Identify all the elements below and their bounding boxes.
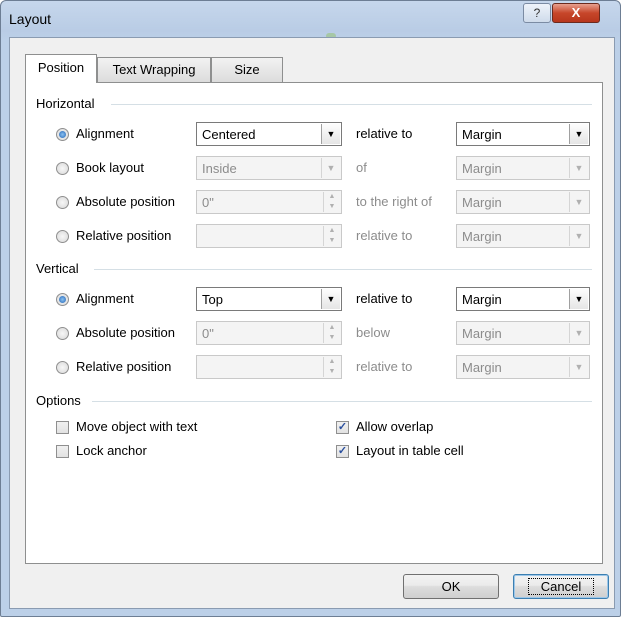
chevron-down-icon: ▼ [569, 357, 588, 377]
horizontal-alignment-value: Centered [202, 127, 256, 142]
horizontal-relative-to-label: relative to [356, 228, 413, 243]
chevron-down-icon: ▼ [569, 192, 588, 212]
window-title: Layout [9, 11, 52, 27]
vertical-absolute-position-label: Absolute position [76, 325, 176, 340]
chevron-down-icon: ▼ [569, 158, 588, 178]
vertical-alignment-relative-label: relative to [356, 291, 413, 306]
vertical-alignment-relative-select[interactable]: Margin ▼ [456, 287, 590, 311]
book-layout-select: Inside ▼ [196, 156, 342, 180]
horizontal-alignment-label: Alignment [76, 126, 134, 141]
help-icon[interactable]: ? [523, 3, 551, 23]
book-layout-radio[interactable] [56, 162, 69, 175]
tab-size[interactable]: Size [211, 57, 283, 82]
vertical-alignment-radio[interactable] [56, 293, 69, 306]
horizontal-alignment-select[interactable]: Centered ▼ [196, 122, 342, 146]
move-object-checkbox[interactable] [56, 421, 69, 434]
lock-anchor-checkbox[interactable] [56, 445, 69, 458]
tab-position[interactable]: Position [25, 54, 97, 83]
vertical-absolute-relative-select: Margin ▼ [456, 321, 590, 345]
chevron-down-icon: ▼ [569, 323, 588, 343]
move-object-label: Move object with text [76, 419, 198, 434]
layout-in-table-cell-checkbox[interactable]: ✓ [336, 445, 349, 458]
cancel-button-label: Cancel [527, 578, 595, 595]
title-bar[interactable]: Layout ? X [1, 1, 620, 39]
layout-in-table-cell-label: Layout in table cell [356, 443, 464, 458]
chevron-down-icon: ▼ [321, 158, 340, 178]
vertical-relative-position-label: Relative position [76, 359, 172, 374]
horizontal-absolute-position-label: Absolute position [76, 194, 176, 209]
vertical-relative-to-label: relative to [356, 359, 413, 374]
horizontal-absolute-position-spinner: 0" ▲ ▼ [196, 190, 342, 214]
vertical-relative-relative-select: Margin ▼ [456, 355, 590, 379]
horizontal-relative-position-radio[interactable] [56, 230, 69, 243]
chevron-down-icon: ▼ [569, 289, 588, 309]
chevron-down-icon: ▼ [321, 124, 340, 144]
horizontal-absolute-position-radio[interactable] [56, 196, 69, 209]
chevron-down-icon: ▼ [569, 226, 588, 246]
vertical-relative-position-spinner: ▲ ▼ [196, 355, 342, 379]
horizontal-relative-position-spinner: ▲ ▼ [196, 224, 342, 248]
book-layout-of-label: of [356, 160, 367, 175]
horizontal-relative-relative-select: Margin ▼ [456, 224, 590, 248]
allow-overlap-checkbox[interactable]: ✓ [336, 421, 349, 434]
vertical-section-title: Vertical [36, 261, 79, 276]
vertical-relative-position-radio[interactable] [56, 361, 69, 374]
vertical-relative-relative-value: Margin [462, 360, 502, 375]
vertical-absolute-position-radio[interactable] [56, 327, 69, 340]
allow-overlap-label: Allow overlap [356, 419, 434, 434]
spin-down-icon: ▼ [328, 334, 336, 341]
below-label: below [356, 325, 390, 340]
spin-up-icon: ▲ [328, 358, 336, 365]
horizontal-relative-position-label: Relative position [76, 228, 172, 243]
spin-up-icon: ▲ [328, 227, 336, 234]
book-layout-relative-select: Margin ▼ [456, 156, 590, 180]
spin-down-icon: ▼ [328, 203, 336, 210]
spin-up-icon: ▲ [328, 193, 336, 200]
position-panel: Horizontal Alignment Centered ▼ relative… [25, 82, 603, 564]
section-divider [94, 269, 592, 270]
layout-dialog: Layout ? X Position Text Wrapping Size H… [0, 0, 621, 617]
horizontal-section-title: Horizontal [36, 96, 95, 111]
horizontal-alignment-relative-label: relative to [356, 126, 413, 141]
book-layout-value: Inside [202, 161, 237, 176]
options-section-title: Options [36, 393, 81, 408]
to-the-right-of-label: to the right of [356, 194, 432, 209]
spin-up-icon: ▲ [328, 324, 336, 331]
vertical-absolute-position-value: 0" [202, 326, 214, 341]
vertical-alignment-select[interactable]: Top ▼ [196, 287, 342, 311]
horizontal-alignment-relative-select[interactable]: Margin ▼ [456, 122, 590, 146]
section-divider [111, 104, 592, 105]
chevron-down-icon: ▼ [569, 124, 588, 144]
horizontal-absolute-relative-select: Margin ▼ [456, 190, 590, 214]
vertical-alignment-relative-value: Margin [462, 292, 502, 307]
book-layout-label: Book layout [76, 160, 144, 175]
vertical-absolute-relative-value: Margin [462, 326, 502, 341]
vertical-alignment-label: Alignment [76, 291, 134, 306]
section-divider [92, 401, 592, 402]
horizontal-alignment-radio[interactable] [56, 128, 69, 141]
close-icon[interactable]: X [552, 3, 600, 23]
horizontal-alignment-relative-value: Margin [462, 127, 502, 142]
tab-text-wrapping[interactable]: Text Wrapping [97, 57, 211, 82]
ok-button[interactable]: OK [403, 574, 499, 599]
horizontal-absolute-position-value: 0" [202, 195, 214, 210]
vertical-absolute-position-spinner: 0" ▲ ▼ [196, 321, 342, 345]
vertical-alignment-value: Top [202, 292, 223, 307]
lock-anchor-label: Lock anchor [76, 443, 147, 458]
dialog-body: Position Text Wrapping Size Horizontal A… [9, 37, 615, 609]
book-layout-relative-value: Margin [462, 161, 502, 176]
horizontal-absolute-relative-value: Margin [462, 195, 502, 210]
chevron-down-icon: ▼ [321, 289, 340, 309]
spin-down-icon: ▼ [328, 368, 336, 375]
horizontal-relative-relative-value: Margin [462, 229, 502, 244]
cancel-button[interactable]: Cancel [513, 574, 609, 599]
spin-down-icon: ▼ [328, 237, 336, 244]
